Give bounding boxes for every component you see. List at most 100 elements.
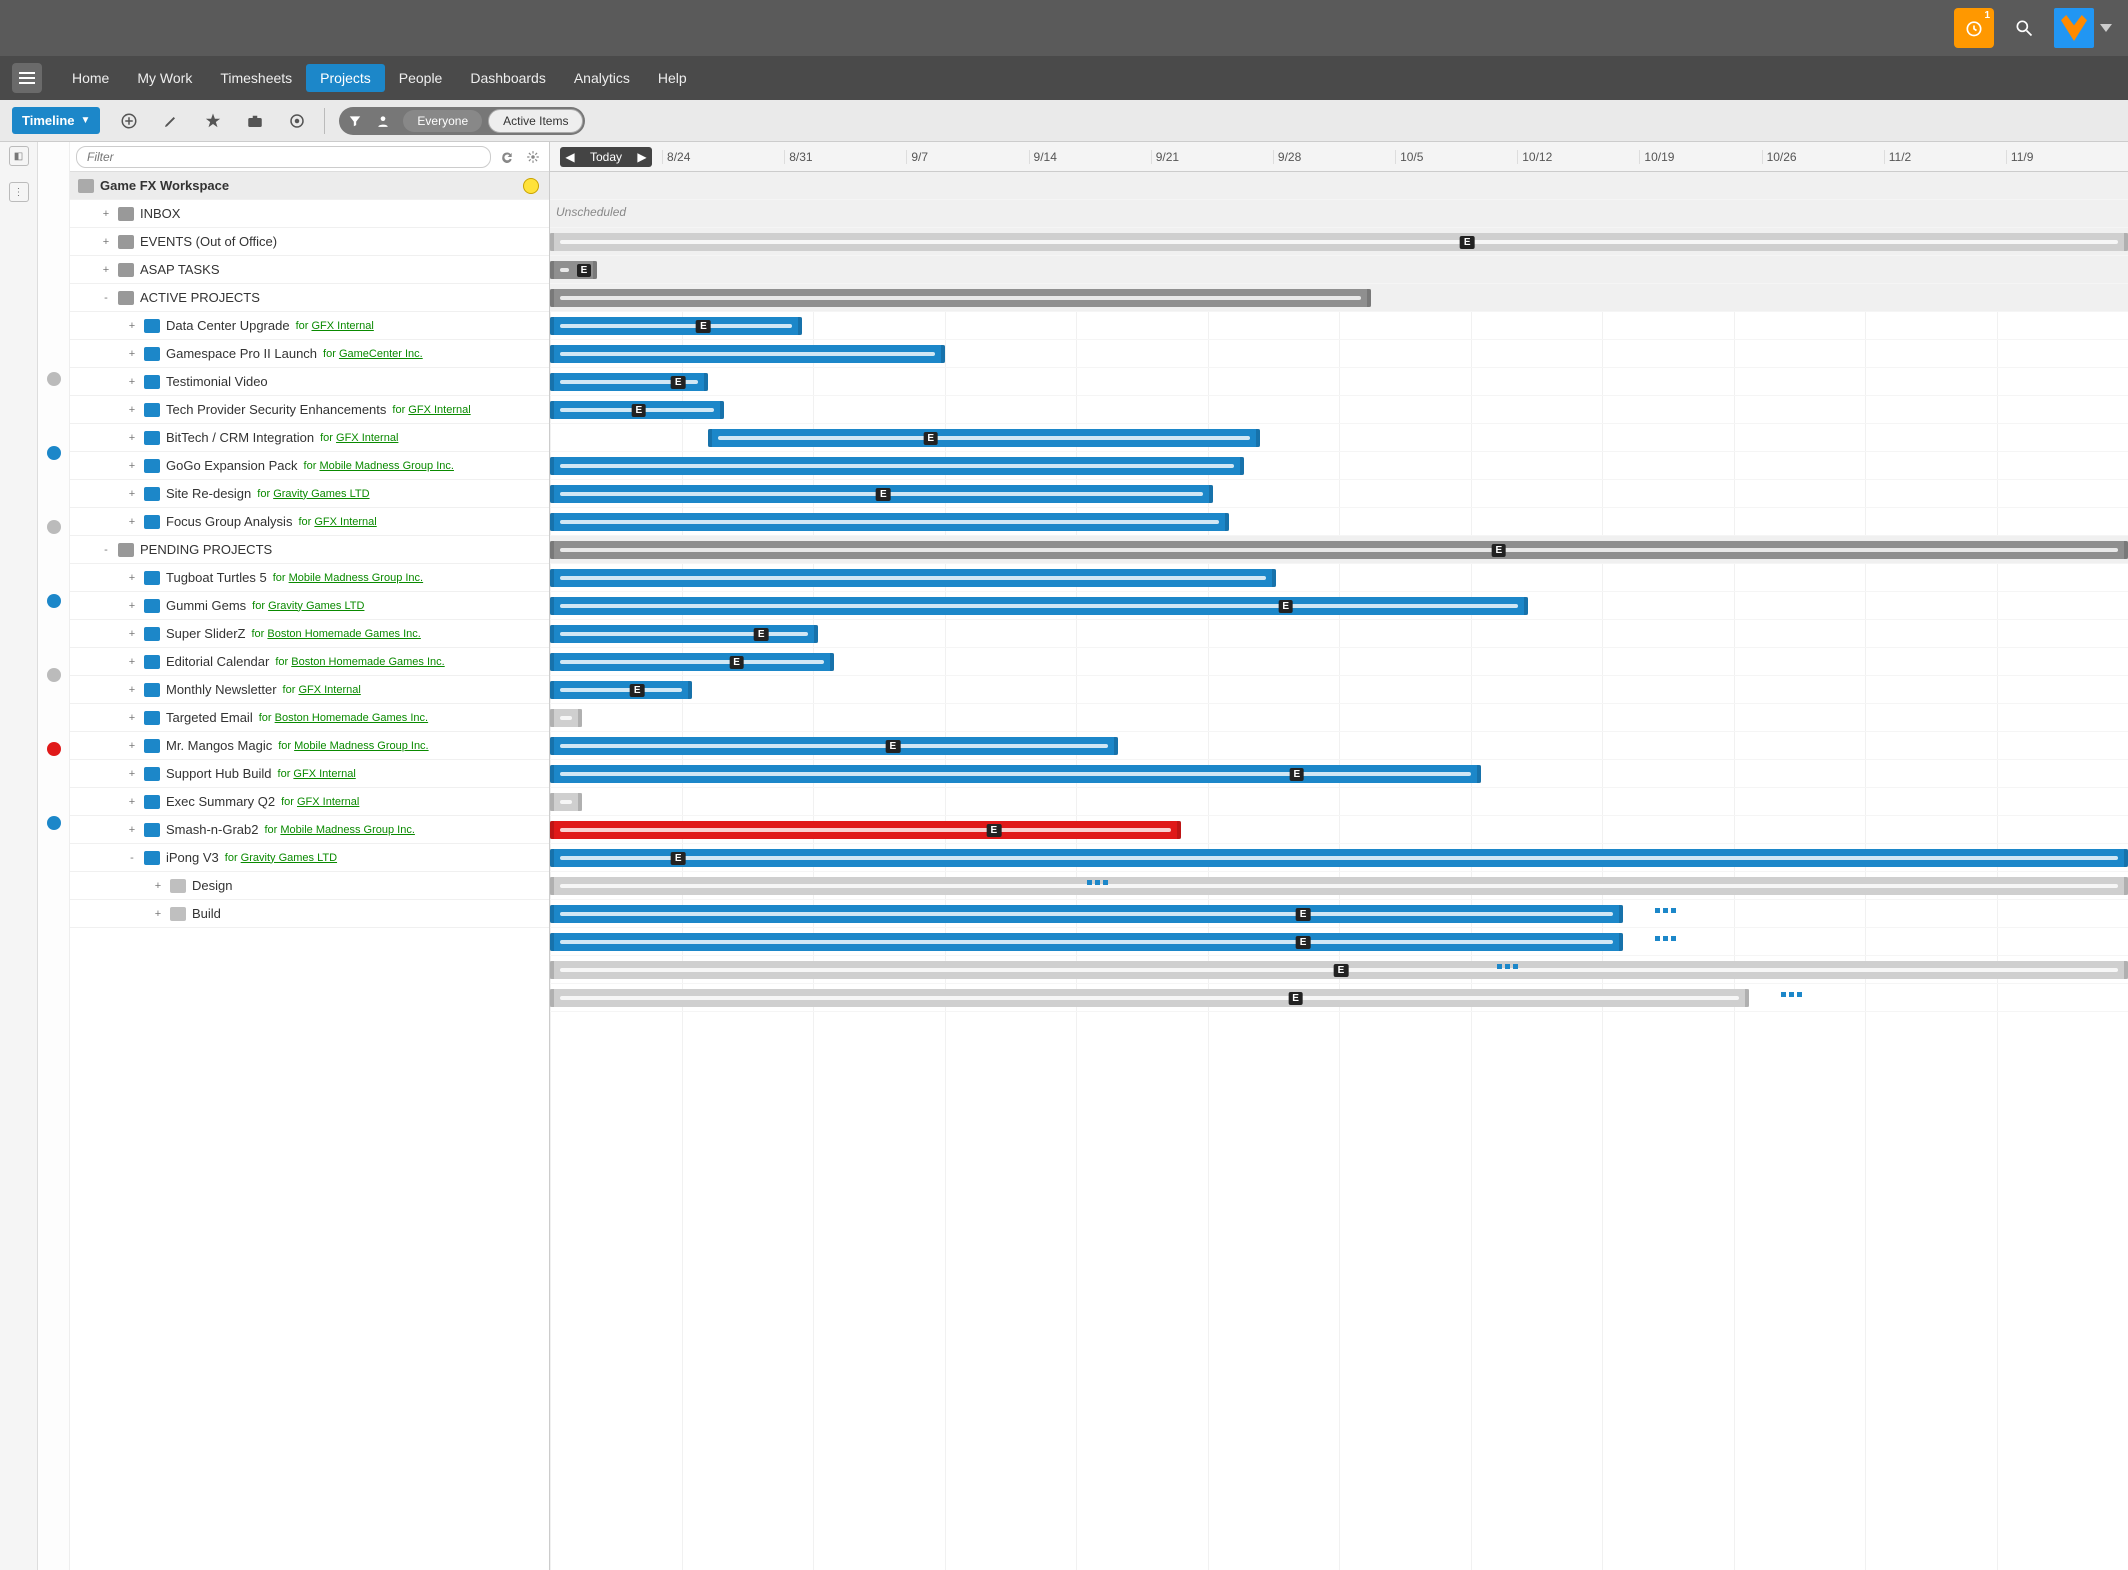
expand-toggle[interactable]: + xyxy=(126,824,138,836)
items-pill[interactable]: Active Items xyxy=(488,109,583,133)
workspace-header[interactable]: Game FX Workspace xyxy=(70,172,549,200)
prev-button[interactable]: ◀ xyxy=(560,150,580,164)
gantt-bar[interactable]: E xyxy=(550,989,1749,1007)
tree-item[interactable]: +Gamespace Pro II Launchfor GameCenter I… xyxy=(70,340,549,368)
nav-projects[interactable]: Projects xyxy=(306,64,385,92)
gantt-bar[interactable] xyxy=(550,793,582,811)
gantt-bar[interactable] xyxy=(550,569,1276,587)
rail-collapse-button[interactable]: ◧ xyxy=(9,146,29,166)
customer-link[interactable]: for GFX Internal xyxy=(392,404,470,416)
gantt-bar[interactable]: E xyxy=(550,541,2128,559)
tree-item[interactable]: +Gummi Gemsfor Gravity Games LTD xyxy=(70,592,549,620)
expand-toggle[interactable]: - xyxy=(100,292,112,304)
expand-toggle[interactable]: + xyxy=(100,236,112,248)
gantt-bar[interactable] xyxy=(550,877,2128,895)
tree-item[interactable]: -iPong V3for Gravity Games LTD xyxy=(70,844,549,872)
customer-link[interactable]: for Gravity Games LTD xyxy=(257,488,369,500)
tree-item[interactable]: +Editorial Calendarfor Boston Homemade G… xyxy=(70,648,549,676)
rail-org-button[interactable]: ⋮ xyxy=(9,182,29,202)
tree-item[interactable]: +Site Re-designfor Gravity Games LTD xyxy=(70,480,549,508)
customer-link[interactable]: for Boston Homemade Games Inc. xyxy=(251,628,420,640)
expand-toggle[interactable]: - xyxy=(100,544,112,556)
gantt-bar[interactable]: E xyxy=(708,429,1260,447)
refresh-button[interactable] xyxy=(497,147,517,167)
edit-button[interactable] xyxy=(158,108,184,134)
user-avatar[interactable] xyxy=(2054,8,2094,48)
expand-toggle[interactable]: + xyxy=(126,712,138,724)
customer-link[interactable]: for Gravity Games LTD xyxy=(252,600,364,612)
expand-toggle[interactable]: + xyxy=(126,348,138,360)
expand-toggle[interactable]: + xyxy=(126,768,138,780)
expand-toggle[interactable]: + xyxy=(126,796,138,808)
tree-item[interactable]: +Mr. Mangos Magicfor Mobile Madness Grou… xyxy=(70,732,549,760)
expand-toggle[interactable]: + xyxy=(126,376,138,388)
gantt-body[interactable]: UnscheduledEEEEEEEEEEEEEEEEEEEE xyxy=(550,172,2128,1570)
nav-dashboards[interactable]: Dashboards xyxy=(456,64,560,92)
gantt-bar[interactable]: E xyxy=(550,233,2128,251)
tree-item[interactable]: +Super SliderZfor Boston Homemade Games … xyxy=(70,620,549,648)
nav-analytics[interactable]: Analytics xyxy=(560,64,644,92)
gantt-bar[interactable]: E xyxy=(550,485,1213,503)
expand-toggle[interactable]: + xyxy=(126,656,138,668)
gantt-bar[interactable] xyxy=(550,289,1371,307)
gantt-bar[interactable] xyxy=(550,457,1244,475)
tree-item[interactable]: +Tech Provider Security Enhancementsfor … xyxy=(70,396,549,424)
gantt-bar[interactable]: E xyxy=(550,401,724,419)
customer-link[interactable]: for Mobile Madness Group Inc. xyxy=(264,824,414,836)
tree-item[interactable]: +Tugboat Turtles 5for Mobile Madness Gro… xyxy=(70,564,549,592)
tree-group[interactable]: +INBOX xyxy=(70,200,549,228)
project-tree[interactable]: Game FX Workspace+INBOX+EVENTS (Out of O… xyxy=(70,172,549,1570)
customer-link[interactable]: for Mobile Madness Group Inc. xyxy=(273,572,423,584)
sync-button[interactable] xyxy=(284,108,310,134)
nav-my-work[interactable]: My Work xyxy=(123,64,206,92)
scope-pill[interactable]: Everyone xyxy=(403,110,482,132)
add-button[interactable] xyxy=(116,108,142,134)
expand-toggle[interactable]: + xyxy=(126,740,138,752)
favorite-button[interactable] xyxy=(200,108,226,134)
expand-toggle[interactable]: + xyxy=(152,880,164,892)
tree-item[interactable]: +Testimonial Video xyxy=(70,368,549,396)
gantt-bar[interactable] xyxy=(550,513,1229,531)
tree-item[interactable]: +Smash-n-Grab2for Mobile Madness Group I… xyxy=(70,816,549,844)
tree-filter-input[interactable] xyxy=(76,146,491,168)
settings-button[interactable] xyxy=(523,147,543,167)
nav-people[interactable]: People xyxy=(385,64,457,92)
tree-item[interactable]: +Design xyxy=(70,872,549,900)
menu-toggle-button[interactable] xyxy=(12,63,42,93)
expand-toggle[interactable]: + xyxy=(126,516,138,528)
people-filter-button[interactable] xyxy=(369,109,397,133)
tree-item[interactable]: +Data Center Upgradefor GFX Internal xyxy=(70,312,549,340)
gantt-bar[interactable]: E xyxy=(550,317,802,335)
timer-button[interactable]: 1 xyxy=(1954,8,1994,48)
tree-item[interactable]: +Build xyxy=(70,900,549,928)
tree-group[interactable]: -ACTIVE PROJECTS xyxy=(70,284,549,312)
expand-toggle[interactable]: + xyxy=(126,460,138,472)
nav-home[interactable]: Home xyxy=(58,64,123,92)
tree-item[interactable]: +Exec Summary Q2for GFX Internal xyxy=(70,788,549,816)
customer-link[interactable]: for GFX Internal xyxy=(296,320,374,332)
gantt-bar[interactable]: E xyxy=(550,933,1623,951)
customer-link[interactable]: for GFX Internal xyxy=(283,684,361,696)
expand-toggle[interactable]: + xyxy=(126,488,138,500)
expand-toggle[interactable]: + xyxy=(126,600,138,612)
customer-link[interactable]: for GameCenter Inc. xyxy=(323,348,423,360)
tree-item[interactable]: +Targeted Emailfor Boston Homemade Games… xyxy=(70,704,549,732)
filter-button[interactable] xyxy=(341,109,369,133)
user-menu-caret[interactable] xyxy=(2100,24,2112,32)
global-search-button[interactable] xyxy=(2004,8,2044,48)
tree-item[interactable]: +Focus Group Analysisfor GFX Internal xyxy=(70,508,549,536)
customer-link[interactable]: for Boston Homemade Games Inc. xyxy=(275,656,444,668)
gantt-bar[interactable]: E xyxy=(550,625,818,643)
nav-help[interactable]: Help xyxy=(644,64,701,92)
customer-link[interactable]: for Gravity Games LTD xyxy=(225,852,337,864)
expand-toggle[interactable]: + xyxy=(126,684,138,696)
gantt-bar[interactable]: E xyxy=(550,961,2128,979)
tree-item[interactable]: +GoGo Expansion Packfor Mobile Madness G… xyxy=(70,452,549,480)
tree-group[interactable]: +EVENTS (Out of Office) xyxy=(70,228,549,256)
tree-item[interactable]: +BitTech / CRM Integrationfor GFX Intern… xyxy=(70,424,549,452)
customer-link[interactable]: for GFX Internal xyxy=(320,432,398,444)
gantt-bar[interactable] xyxy=(550,709,582,727)
expand-toggle[interactable]: + xyxy=(126,404,138,416)
view-mode-button[interactable]: Timeline ▼ xyxy=(12,107,100,134)
customer-link[interactable]: for Mobile Madness Group Inc. xyxy=(304,460,454,472)
